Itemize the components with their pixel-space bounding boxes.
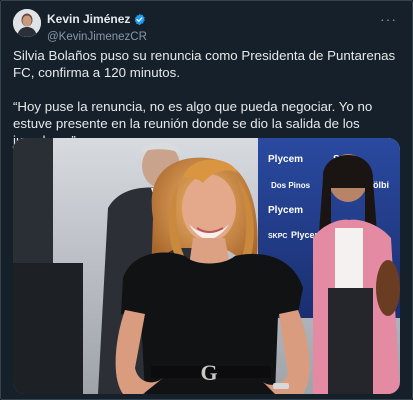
tweet-text: Silvia Bolaños puso su renuncia como Pre… (13, 47, 403, 149)
avatar-image (13, 9, 41, 37)
tweet-card: Kevin Jiménez @KevinJimenezCR ··· Silvia… (0, 0, 413, 400)
author-names: Kevin Jiménez @KevinJimenezCR (47, 10, 147, 43)
author-display-name[interactable]: Kevin Jiménez (47, 12, 146, 26)
author-avatar[interactable] (13, 9, 41, 37)
verified-badge-icon (135, 13, 146, 25)
author-display-name-text: Kevin Jiménez (47, 12, 131, 26)
tweet-header: Kevin Jiménez @KevinJimenezCR ··· (13, 9, 403, 43)
photo-illustration: Plycem Sca Dos Pinos Plycem kölbi SKPC P… (13, 138, 400, 394)
belt-buckle-letter: G (200, 360, 217, 385)
author-handle[interactable]: @KevinJimenezCR (47, 31, 147, 43)
banner-logo-text: Dos Pinos (271, 181, 311, 190)
tweet-paragraph: Silvia Bolaños puso su renuncia como Pre… (13, 48, 396, 80)
banner-logo-text: Plycem (268, 205, 303, 216)
more-options-icon[interactable]: ··· (380, 11, 397, 27)
tweet-photo[interactable]: Plycem Sca Dos Pinos Plycem kölbi SKPC P… (13, 138, 400, 394)
banner-logo-text: Plycem (268, 154, 303, 165)
banner-logo-text: SKPC (268, 233, 287, 240)
